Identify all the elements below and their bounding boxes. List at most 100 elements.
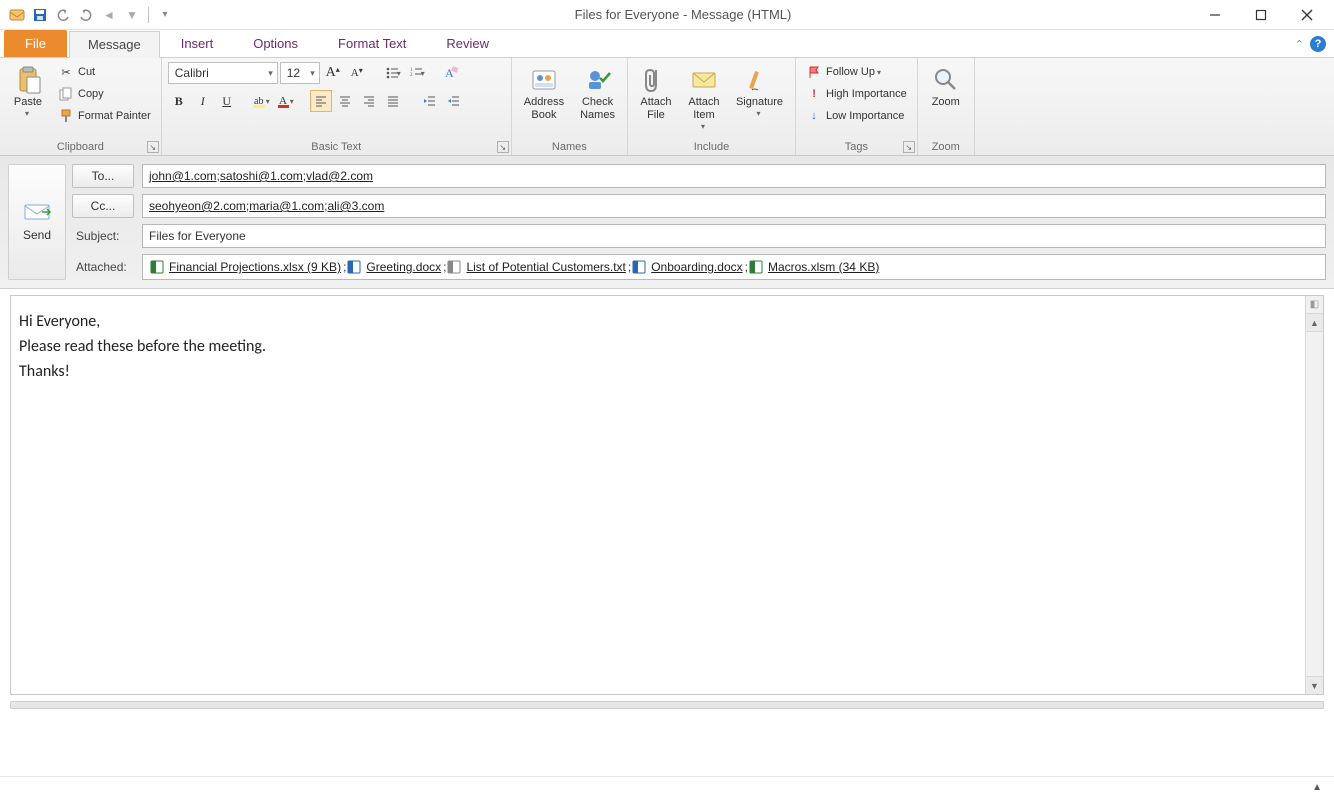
attachment-filename: Macros.xlsm (34 KB) (768, 260, 879, 274)
low-importance-button[interactable]: ↓ Low Importance (802, 106, 911, 126)
clear-formatting-button[interactable]: A (440, 62, 462, 84)
to-input[interactable]: john@1.com; satoshi@1.com; vlad@2.com (142, 164, 1326, 188)
chevron-down-icon: ▾ (25, 109, 29, 119)
low-importance-label: Low Importance (826, 110, 904, 122)
send-button[interactable]: Send (8, 164, 66, 280)
shrink-font-button[interactable]: A▾ (346, 62, 368, 84)
tab-message[interactable]: Message (69, 31, 160, 58)
message-body[interactable]: Hi Everyone, Please read these before th… (11, 296, 1323, 694)
tab-options[interactable]: Options (234, 30, 317, 57)
recipient-address[interactable]: john@1.com (149, 169, 217, 183)
address-book-button[interactable]: Address Book (518, 62, 570, 124)
recipient-address[interactable]: vlad@2.com (306, 169, 373, 183)
highlight-button[interactable]: ab▾ (250, 90, 272, 112)
grow-font-button[interactable]: A▴ (322, 62, 344, 84)
tab-file[interactable]: File (4, 30, 67, 57)
signature-button[interactable]: Signature ▾ (730, 62, 789, 121)
file-icon (631, 259, 647, 275)
font-name-select[interactable]: Calibri (168, 62, 278, 84)
align-center-button[interactable] (334, 90, 356, 112)
decrease-indent-button[interactable] (418, 90, 440, 112)
format-painter-button[interactable]: Format Painter (54, 106, 155, 126)
sidebar-toggle-icon[interactable]: ◧ (1306, 296, 1323, 314)
bullets-button[interactable]: ▾ (382, 62, 404, 84)
file-icon (446, 259, 462, 275)
attach-file-button[interactable]: Attach File (634, 62, 678, 124)
attachment-item[interactable]: Onboarding.docx (631, 259, 742, 275)
tab-format-text[interactable]: Format Text (319, 30, 425, 57)
recipient-address[interactable]: ali@3.com (327, 199, 384, 213)
scroll-down-button[interactable]: ▼ (1306, 676, 1323, 694)
align-right-button[interactable] (358, 90, 380, 112)
bold-button[interactable]: B (168, 90, 190, 112)
recipient-address[interactable]: satoshi@1.com (220, 169, 303, 183)
maximize-button[interactable] (1238, 1, 1284, 29)
italic-button[interactable]: I (192, 90, 214, 112)
tags-dialog-launcher[interactable]: ↘ (903, 141, 915, 153)
zoom-button[interactable]: Zoom (924, 62, 968, 111)
minimize-ribbon-icon[interactable]: ⌃ (1295, 38, 1304, 51)
recipient-address[interactable]: maria@1.com (249, 199, 324, 213)
group-include: Attach File Attach Item ▾ Signature ▾ In… (628, 58, 796, 155)
minimize-button[interactable] (1192, 1, 1238, 29)
attachments-input[interactable]: Financial Projections.xlsx (9 KB); Greet… (142, 254, 1326, 280)
group-tags: Follow Up ▾ ! High Importance ↓ Low Impo… (796, 58, 918, 155)
flag-icon (806, 64, 822, 80)
subject-input[interactable]: Files for Everyone (142, 224, 1326, 248)
chevron-down-icon: ▾ (701, 122, 705, 132)
scrollbar[interactable]: ◧ ▲ ▼ (1305, 296, 1323, 694)
next-item-icon[interactable]: ▼ (123, 6, 141, 24)
status-bar-strip (10, 701, 1324, 709)
copy-icon (58, 86, 74, 102)
help-icon[interactable]: ? (1310, 36, 1326, 52)
numbering-button[interactable]: 12▾ (406, 62, 428, 84)
align-left-button[interactable] (310, 90, 332, 112)
undo-icon[interactable] (54, 6, 72, 24)
group-label-include: Include (634, 139, 789, 153)
save-icon[interactable] (31, 6, 49, 24)
customize-qat-icon[interactable]: ▾ (156, 6, 174, 24)
font-name-value: Calibri (175, 66, 209, 80)
cc-button[interactable]: Cc... (72, 194, 134, 218)
attached-label: Attached: (72, 260, 134, 274)
follow-up-button[interactable]: Follow Up ▾ (802, 62, 911, 82)
attachment-item[interactable]: List of Potential Customers.txt (446, 259, 625, 275)
recipient-address[interactable]: seohyeon@2.com (149, 199, 246, 213)
clipboard-dialog-launcher[interactable]: ↘ (147, 141, 159, 153)
check-names-label: Check Names (580, 96, 615, 122)
font-color-button[interactable]: A▾ (274, 90, 296, 112)
attachment-item[interactable]: Macros.xlsm (34 KB) (748, 259, 879, 275)
paste-button[interactable]: Paste ▾ (6, 62, 50, 121)
attach-file-label: Attach File (640, 96, 671, 122)
attach-item-button[interactable]: Attach Item ▾ (682, 62, 726, 134)
cut-button[interactable]: ✂ Cut (54, 62, 155, 82)
prev-item-icon[interactable]: ◄ (100, 6, 118, 24)
check-names-button[interactable]: Check Names (574, 62, 621, 124)
cc-input[interactable]: seohyeon@2.com; maria@1.com; ali@3.com (142, 194, 1326, 218)
underline-button[interactable]: U (216, 90, 238, 112)
paintbrush-icon (58, 108, 74, 124)
attachment-item[interactable]: Greeting.docx (346, 259, 441, 275)
tab-review[interactable]: Review (427, 30, 508, 57)
increase-indent-button[interactable] (442, 90, 464, 112)
to-button[interactable]: To... (72, 164, 134, 188)
group-names: Address Book Check Names Names (512, 58, 628, 155)
redo-icon[interactable] (77, 6, 95, 24)
scroll-up-button[interactable]: ▲ (1306, 314, 1323, 332)
body-line: Hi Everyone, (19, 310, 1315, 335)
copy-label: Copy (78, 88, 104, 100)
tab-insert[interactable]: Insert (162, 30, 233, 57)
paste-label: Paste (14, 96, 42, 109)
paste-icon (12, 64, 44, 96)
expand-icon[interactable]: ▲ (1312, 782, 1322, 793)
close-button[interactable] (1284, 1, 1330, 29)
signature-icon (744, 64, 776, 96)
copy-button[interactable]: Copy (54, 84, 155, 104)
basic-text-dialog-launcher[interactable]: ↘ (497, 141, 509, 153)
high-importance-button[interactable]: ! High Importance (802, 84, 911, 104)
bottom-bar: ▲ (0, 776, 1334, 798)
font-size-select[interactable]: 12 (280, 62, 320, 84)
outlook-icon[interactable] (8, 6, 26, 24)
attachment-item[interactable]: Financial Projections.xlsx (9 KB) (149, 259, 341, 275)
justify-button[interactable] (382, 90, 404, 112)
